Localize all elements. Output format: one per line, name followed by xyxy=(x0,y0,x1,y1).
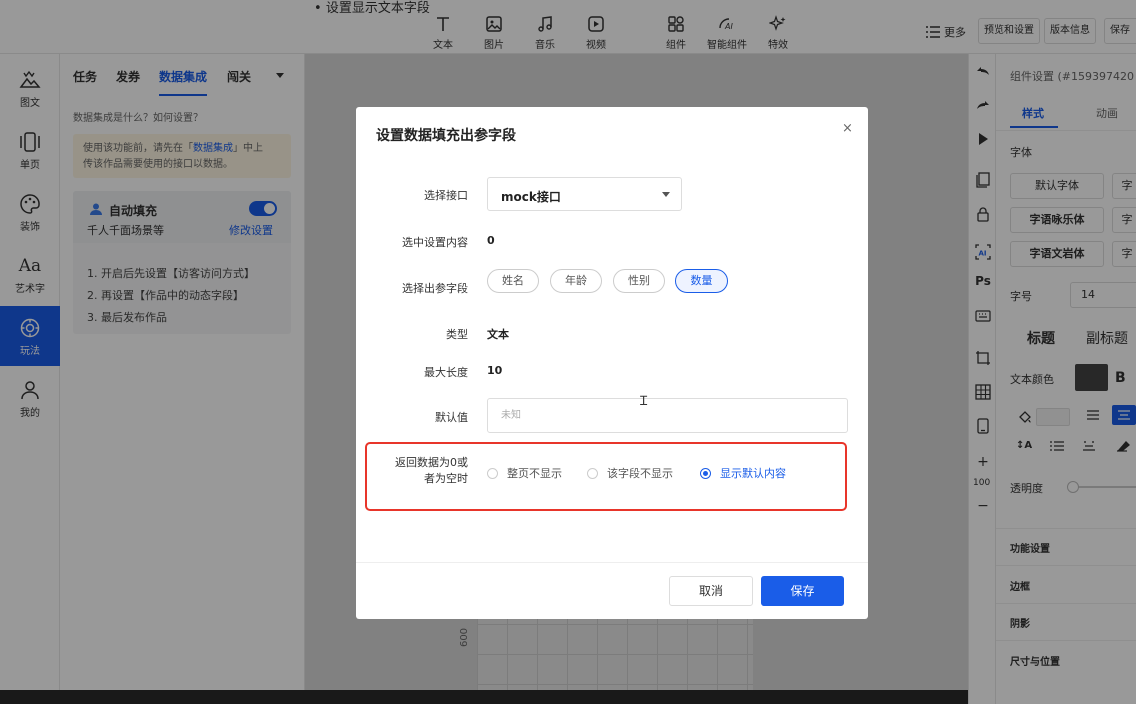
out-param-chip-quantity[interactable]: 数量 xyxy=(675,269,728,293)
data-fill-dialog: 设置数据填充出参字段 × 选择接口 mock接口 选中设置内容 0 选择出参字段… xyxy=(356,107,868,619)
out-param-chip-name[interactable]: 姓名 xyxy=(487,269,539,293)
cancel-button[interactable]: 取消 xyxy=(669,576,753,606)
close-icon[interactable]: × xyxy=(842,121,853,136)
radio-hide-field[interactable]: 该字段不显示 xyxy=(587,465,673,481)
max-length-value: 10 xyxy=(487,364,503,377)
zero-value-label-line: 返回数据为0或 xyxy=(395,456,468,469)
radio-label: 该字段不显示 xyxy=(607,467,673,480)
default-value-input[interactable]: 未知 xyxy=(487,398,848,433)
radio-label: 整页不显示 xyxy=(507,467,562,480)
radio-hide-page[interactable]: 整页不显示 xyxy=(487,465,562,481)
chevron-down-icon xyxy=(662,192,670,197)
type-value: 文本 xyxy=(487,328,509,341)
radio-label: 显示默认内容 xyxy=(720,467,786,480)
max-length-label: 最大长度 xyxy=(424,366,468,379)
radio-circle xyxy=(587,467,598,479)
dialog-footer-divider xyxy=(356,562,868,563)
api-select[interactable]: mock接口 xyxy=(487,177,682,211)
dialog-title: 设置数据填充出参字段 xyxy=(376,128,516,144)
save-button[interactable]: 保存 xyxy=(761,576,844,606)
default-value-label: 默认值 xyxy=(435,411,468,424)
selected-content-label: 选中设置内容 xyxy=(402,236,468,249)
zero-value-label-line: 者为空时 xyxy=(424,472,468,485)
out-param-chip-gender[interactable]: 性别 xyxy=(613,269,665,293)
api-label: 选择接口 xyxy=(424,189,468,202)
out-param-label: 选择出参字段 xyxy=(402,282,468,295)
type-label: 类型 xyxy=(446,328,468,341)
zero-value-label: 返回数据为0或 者为空时 xyxy=(376,455,468,487)
api-select-value: mock接口 xyxy=(501,190,561,204)
selected-content-value: 0 xyxy=(487,234,495,247)
radio-circle xyxy=(487,467,498,479)
text-cursor-icon: Ɪ xyxy=(640,394,648,409)
radio-show-default[interactable]: 显示默认内容 xyxy=(700,465,786,481)
out-param-chip-age[interactable]: 年龄 xyxy=(550,269,602,293)
radio-circle xyxy=(700,467,711,479)
